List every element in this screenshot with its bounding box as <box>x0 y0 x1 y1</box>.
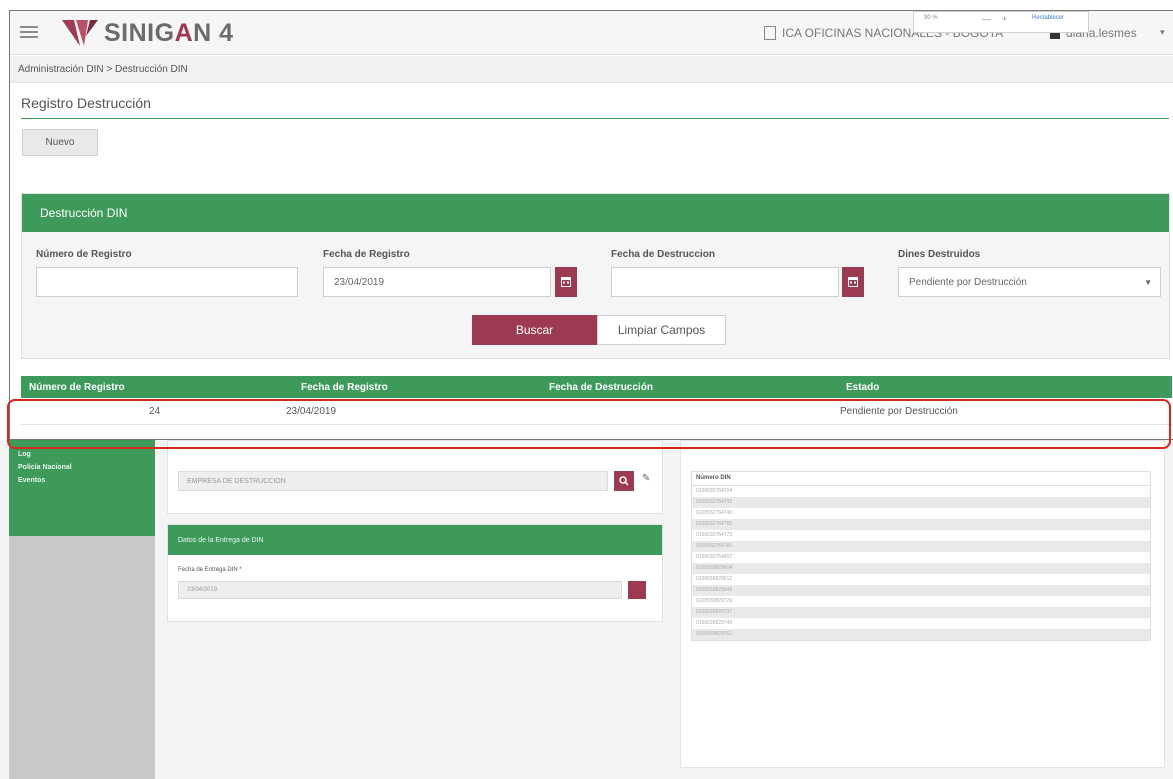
list-item: 0100039829646 <box>692 585 1150 596</box>
calendar-icon <box>561 277 571 287</box>
numero-registro-input[interactable] <box>36 267 298 297</box>
bg-din-table: Número DIN 0100032764724 0100032764732 010… <box>691 471 1151 641</box>
bg-entrega-label: Fecha de Entrega DIN * <box>178 567 242 573</box>
foreground-screen: SINIGAN 4 ICA OFICINAS NACIONALES - BOGO… <box>9 10 1173 440</box>
bg-din-card: Número DIN 0100032764724 0100032764732 010… <box>680 440 1165 768</box>
dines-destruidos-value: Pendiente por Destrucción <box>909 277 1027 288</box>
bg-entrega-header: Datos de la Entrega de DIN <box>168 525 662 555</box>
calendar-icon[interactable] <box>628 581 646 599</box>
bg-sidebar-item-log[interactable]: Log <box>9 448 155 461</box>
fecha-destruccion-calendar-button[interactable] <box>842 267 864 297</box>
bg-entrega-input[interactable]: 23/04/2019 <box>178 581 622 599</box>
fecha-registro-label: Fecha de Registro <box>323 249 410 260</box>
highlight-annotation <box>7 399 1171 449</box>
list-item: 0100032764773 <box>696 532 733 538</box>
bg-empresa-input[interactable]: EMPRESA DE DESTRUCCION <box>178 471 608 491</box>
bg-entrega-card: Datos de la Entrega de DIN Fecha de Entr… <box>167 524 663 622</box>
list-item: 0100039829604 <box>692 563 1150 574</box>
search-icon <box>619 476 629 486</box>
bg-search-button[interactable] <box>614 471 634 491</box>
list-item: 0100032764765 <box>692 519 1150 530</box>
dines-destruidos-label: Dines Destruidos <box>898 249 981 260</box>
bg-din-header: Número DIN <box>692 472 1150 486</box>
zoom-out-button[interactable]: — <box>982 14 991 24</box>
filter-header: Destrucción DIN <box>22 194 1169 232</box>
background-screen: Log Policía Nacional Eventos EMPRESA DE … <box>0 440 1173 779</box>
list-item: 0100032764781 <box>692 541 1150 552</box>
list-item: 0100039829752 <box>692 629 1150 640</box>
limpiar-campos-button[interactable]: Limpiar Campos <box>597 315 726 345</box>
list-item: 0100032764724 <box>696 488 733 494</box>
list-item: 0100039829729 <box>696 598 733 604</box>
fecha-registro-calendar-button[interactable] <box>555 267 577 297</box>
fecha-destruccion-input[interactable] <box>611 267 839 297</box>
list-item: 0100032764732 <box>692 497 1150 508</box>
list-item: 0100032764740 <box>696 510 733 516</box>
list-item: 0100039829745 <box>696 620 733 626</box>
filter-panel: Destrucción DIN Número de Registro Fecha… <box>21 193 1170 359</box>
nuevo-button[interactable]: Nuevo <box>22 129 98 156</box>
column-header[interactable]: Estado <box>846 382 879 393</box>
zoom-in-button[interactable]: + <box>1002 14 1007 24</box>
chevron-down-icon[interactable]: ▾ <box>1160 27 1165 38</box>
bg-sidebar: Log Policía Nacional Eventos <box>9 440 155 779</box>
fecha-registro-input[interactable]: 23/04/2019 <box>323 267 551 297</box>
fecha-destruccion-label: Fecha de Destruccion <box>611 249 715 260</box>
list-item: 0100039829737 <box>692 607 1150 618</box>
page-title: Registro Destrucción <box>21 95 151 111</box>
calendar-icon <box>848 277 858 287</box>
bg-left-main: EMPRESA DE DESTRUCCION ✎ Datos de la Ent… <box>155 440 675 779</box>
list-item: 0100039829612 <box>696 576 733 582</box>
dines-destruidos-select[interactable]: Pendiente por Destrucción ▼ <box>898 267 1161 297</box>
column-header[interactable]: Fecha de Destrucción <box>549 382 653 393</box>
bg-sidebar-item-policia[interactable]: Policía Nacional <box>9 461 155 474</box>
app-name: SINIGAN 4 <box>104 19 234 47</box>
bg-sidebar-item-eventos[interactable]: Eventos <box>9 474 155 487</box>
zoom-level: 90 % <box>924 15 938 21</box>
list-item: 0100032764807 <box>696 554 733 560</box>
logo-icon <box>62 20 98 46</box>
breadcrumb[interactable]: Administración DIN > Destrucción DIN <box>10 56 1173 83</box>
zoom-popup: 90 % — + Restablecer <box>913 11 1089 33</box>
chevron-down-icon: ▼ <box>1144 278 1152 287</box>
top-bar: SINIGAN 4 ICA OFICINAS NACIONALES - BOGO… <box>10 11 1173 55</box>
column-header[interactable]: Número de Registro <box>29 382 125 393</box>
title-divider <box>21 118 1169 119</box>
bg-empresa-card: EMPRESA DE DESTRUCCION ✎ <box>167 440 663 514</box>
column-header[interactable]: Fecha de Registro <box>301 382 388 393</box>
results-header: Número de Registro Fecha de Registro Fec… <box>21 376 1172 398</box>
zoom-reset-button[interactable]: Restablecer <box>1032 15 1064 21</box>
bg-sidebar-menu: Log Policía Nacional Eventos <box>9 440 155 536</box>
menu-icon[interactable] <box>17 23 41 41</box>
pin-icon[interactable]: ✎ <box>642 473 650 484</box>
buscar-button[interactable]: Buscar <box>472 315 597 345</box>
building-icon <box>764 26 776 40</box>
bg-right-main: Número DIN 0100032764724 0100032764732 010… <box>680 440 1173 779</box>
numero-registro-label: Número de Registro <box>36 249 132 260</box>
